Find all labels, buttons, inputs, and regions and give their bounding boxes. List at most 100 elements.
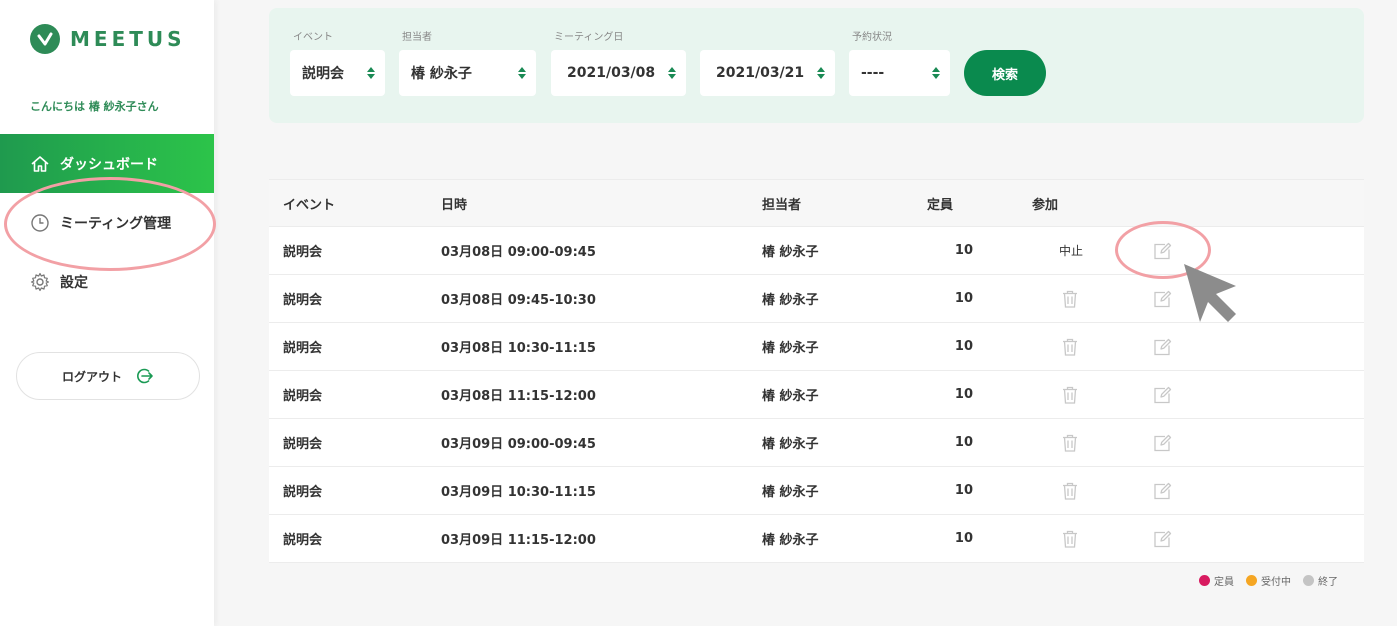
row-capacity: 10: [954, 531, 973, 546]
row-event: 説明会: [283, 293, 323, 308]
trash-icon[interactable]: [1061, 371, 1079, 418]
row-capacity: 10: [954, 243, 973, 258]
user-greeting: こんにちは 椿 紗永子さん: [30, 100, 159, 113]
sort-arrows-icon: [668, 67, 676, 79]
header-event: イベント: [283, 197, 336, 213]
table-row: 説明会 03月08日 10:30-11:15 椿 紗永子 10: [269, 323, 1364, 371]
sidebar-item-dashboard[interactable]: ダッシュボード: [0, 134, 214, 193]
row-date: 03月08日 09:00-09:45: [441, 245, 596, 260]
header-staff: 担当者: [762, 197, 802, 213]
trash-icon[interactable]: [1061, 515, 1079, 562]
legend-label: 受付中: [1261, 577, 1291, 588]
search-panel: イベント 説明会 担当者 椿 紗永子 ミーティング日 2021/03/08 20…: [269, 8, 1364, 123]
brand-name: MEETUS: [70, 27, 186, 51]
row-staff: 椿 紗永子: [762, 341, 819, 356]
row-event: 説明会: [283, 341, 323, 356]
table-row: 説明会 03月09日 11:15-12:00 椿 紗永子 10: [269, 515, 1364, 563]
edit-icon[interactable]: [1153, 227, 1173, 274]
event-select-value: 説明会: [302, 66, 344, 82]
sidebar-item-meeting-management[interactable]: ミーティング管理: [0, 193, 214, 252]
table-header: イベント 日時 担当者 定員 参加: [269, 179, 1364, 227]
row-capacity: 10: [954, 435, 973, 450]
legend-item-ended: 終了: [1303, 573, 1338, 588]
legend-dot: [1246, 575, 1257, 586]
row-capacity: 10: [954, 339, 973, 354]
legend-item-accepting: 受付中: [1246, 573, 1291, 588]
legend-label: 定員: [1214, 577, 1234, 588]
date-from-value: 2021/03/08: [567, 65, 656, 81]
date-to-select[interactable]: 2021/03/21: [700, 50, 835, 96]
row-capacity: 10: [954, 483, 973, 498]
legend-dot: [1199, 575, 1210, 586]
sidebar-item-label: 設定: [60, 274, 88, 291]
header-join: 参加: [1032, 197, 1059, 213]
table-row: 説明会 03月09日 10:30-11:15 椿 紗永子 10: [269, 467, 1364, 515]
meeting-date-label: ミーティング日: [554, 32, 624, 43]
sidebar-item-label: ダッシュボード: [60, 156, 158, 173]
sort-arrows-icon: [367, 67, 375, 79]
row-date: 03月08日 11:15-12:00: [441, 389, 596, 404]
table-row: 説明会 03月08日 11:15-12:00 椿 紗永子 10: [269, 371, 1364, 419]
sidebar-item-settings[interactable]: 設定: [0, 252, 214, 311]
row-staff: 椿 紗永子: [762, 389, 819, 404]
row-date: 03月09日 11:15-12:00: [441, 533, 596, 548]
search-button[interactable]: 検索: [964, 50, 1046, 96]
trash-icon[interactable]: [1061, 467, 1079, 514]
staff-select-value: 椿 紗永子: [411, 66, 472, 82]
trash-icon[interactable]: [1061, 275, 1079, 322]
trash-icon[interactable]: [1061, 419, 1079, 466]
row-date: 03月09日 10:30-11:15: [441, 485, 596, 500]
event-filter-label: イベント: [293, 32, 333, 43]
staff-filter-label: 担当者: [402, 32, 432, 43]
row-capacity: 10: [954, 291, 973, 306]
sidebar: MEETUS こんにちは 椿 紗永子さん ダッシュボード ミーティング管理 設定…: [0, 0, 214, 626]
sidebar-nav: ダッシュボード ミーティング管理 設定: [0, 134, 214, 311]
legend-label: 終了: [1318, 577, 1338, 588]
row-staff: 椿 紗永子: [762, 245, 819, 260]
edit-icon[interactable]: [1153, 467, 1173, 514]
row-event: 説明会: [283, 389, 323, 404]
edit-icon[interactable]: [1153, 515, 1173, 562]
edit-icon[interactable]: [1153, 323, 1173, 370]
check-logo-icon: [30, 24, 60, 54]
header-capacity: 定員: [927, 197, 954, 213]
legend-item-capacity: 定員: [1199, 573, 1234, 588]
edit-icon[interactable]: [1153, 275, 1173, 322]
meeting-table: イベント 日時 担当者 定員 参加 説明会 03月08日 09:00-09:45 椿…: [269, 179, 1364, 563]
sort-arrows-icon: [932, 67, 940, 79]
row-capacity: 10: [954, 387, 973, 402]
status-select[interactable]: ----: [849, 50, 950, 96]
brand-logo[interactable]: MEETUS: [30, 24, 186, 54]
row-event: 説明会: [283, 485, 323, 500]
row-event: 説明会: [283, 533, 323, 548]
logout-icon: [136, 367, 154, 385]
edit-icon[interactable]: [1153, 419, 1173, 466]
edit-icon[interactable]: [1153, 371, 1173, 418]
logout-label: ログアウト: [61, 369, 122, 384]
home-icon: [30, 154, 50, 174]
staff-select[interactable]: 椿 紗永子: [399, 50, 536, 96]
pointer-arrow-icon: [1184, 264, 1236, 322]
clock-icon: [30, 213, 50, 233]
table-row: 説明会 03月09日 09:00-09:45 椿 紗永子 10: [269, 419, 1364, 467]
row-staff: 椿 紗永子: [762, 437, 819, 452]
row-event: 説明会: [283, 437, 323, 452]
row-staff: 椿 紗永子: [762, 533, 819, 548]
logout-button[interactable]: ログアウト: [16, 352, 200, 400]
date-from-select[interactable]: 2021/03/08: [551, 50, 686, 96]
status-filter-label: 予約状況: [852, 32, 892, 43]
sort-arrows-icon: [518, 67, 526, 79]
join-status: 中止: [1058, 244, 1083, 258]
trash-icon[interactable]: [1061, 323, 1079, 370]
sort-arrows-icon: [817, 67, 825, 79]
row-event: 説明会: [283, 245, 323, 260]
status-legend: 定員 受付中 終了: [1199, 573, 1338, 588]
status-select-value: ----: [861, 65, 885, 81]
row-date: 03月08日 09:45-10:30: [441, 293, 596, 308]
header-date: 日時: [441, 197, 468, 213]
legend-dot: [1303, 575, 1314, 586]
event-select[interactable]: 説明会: [290, 50, 385, 96]
row-staff: 椿 紗永子: [762, 293, 819, 308]
gear-icon: [30, 272, 50, 292]
row-staff: 椿 紗永子: [762, 485, 819, 500]
